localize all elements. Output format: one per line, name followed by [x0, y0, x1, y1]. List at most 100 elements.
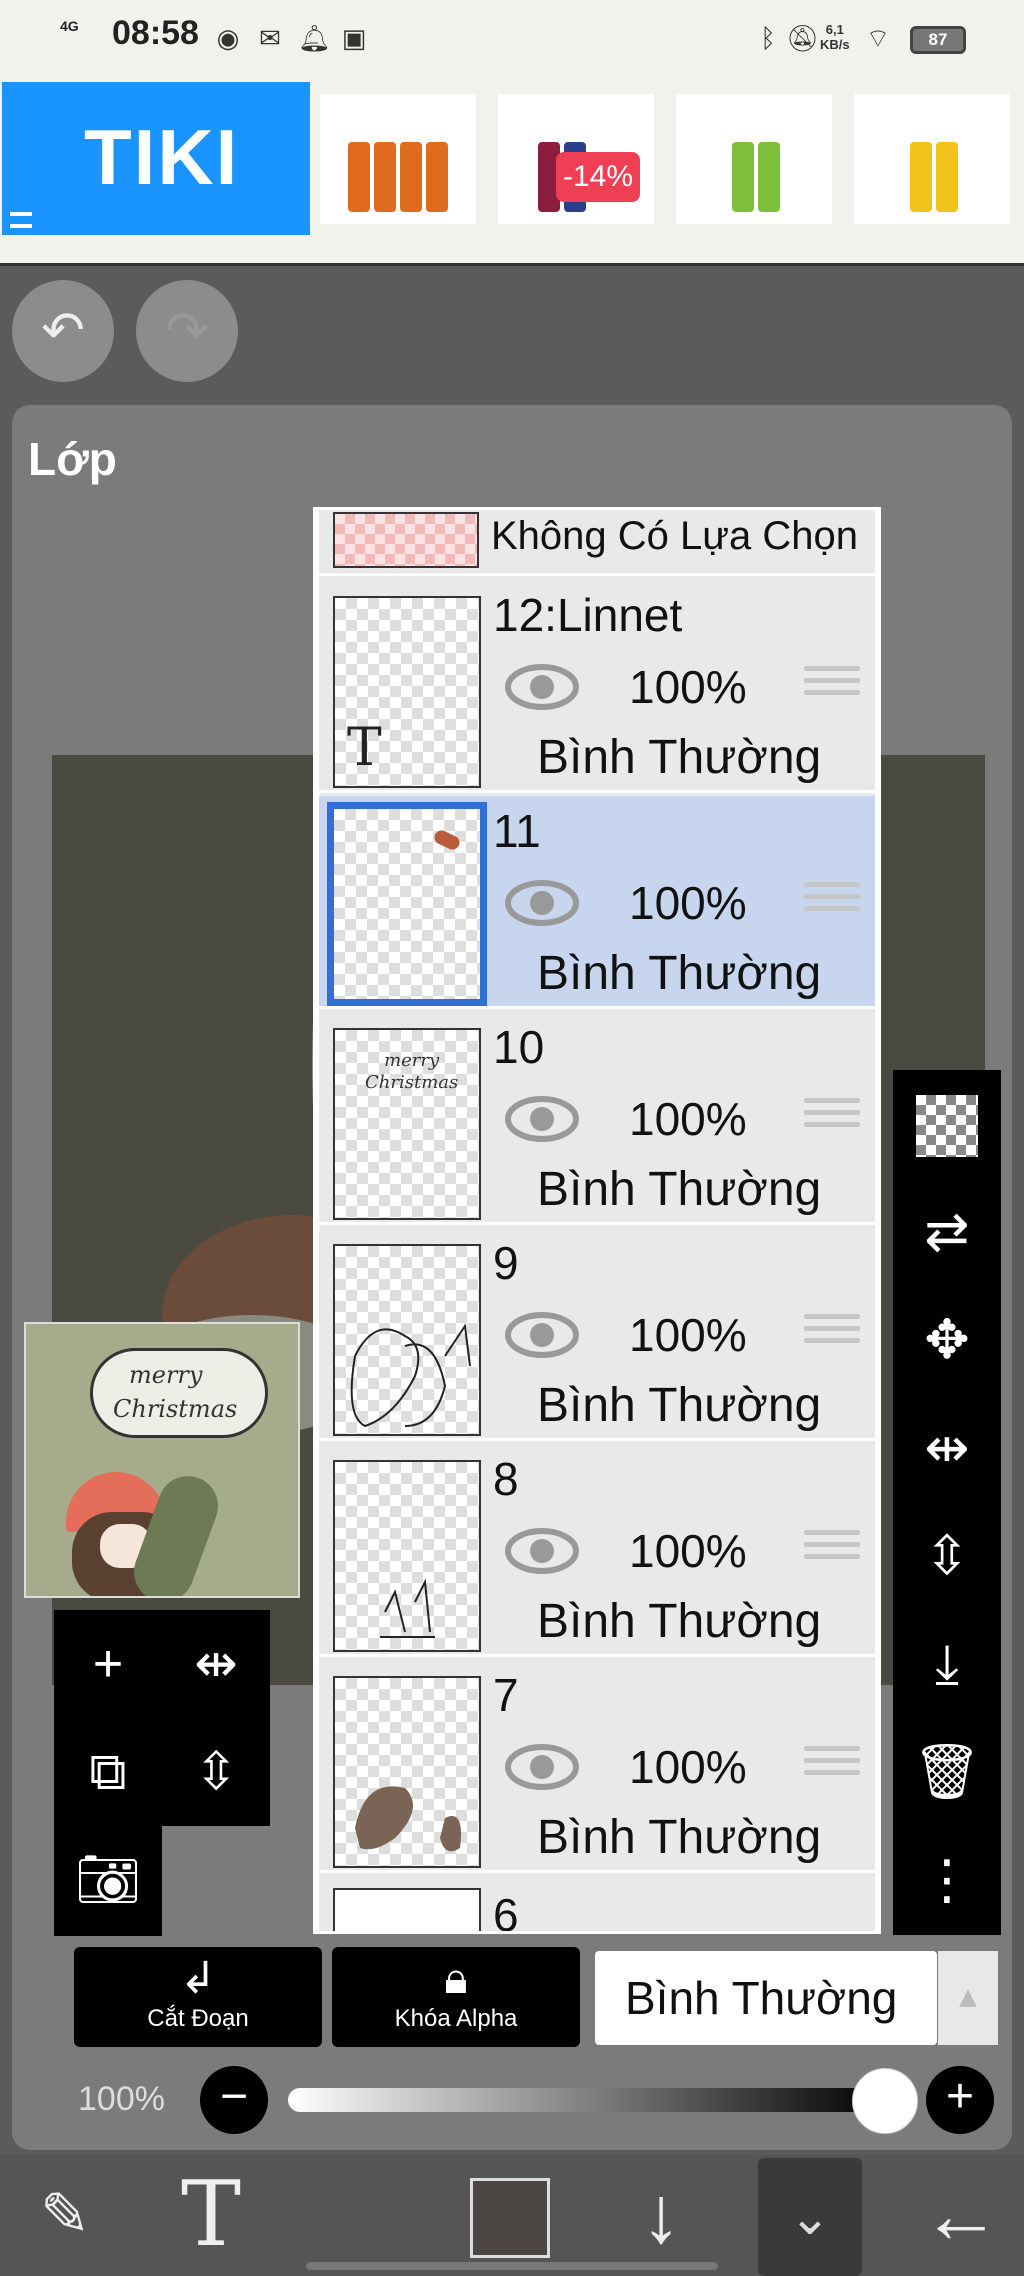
alpha-lock-button[interactable]: 🔒︎ Khóa Alpha	[332, 1947, 580, 2047]
move-icon[interactable]: ✥	[893, 1286, 1001, 1394]
clock: 08:58	[112, 14, 199, 52]
layer-blend-mode: Bình Thường	[537, 1163, 822, 1216]
ad-product-1[interactable]	[320, 94, 476, 224]
layer-opacity: 100%	[629, 1741, 747, 1793]
brush-eraser-switch-icon[interactable]: ✎	[10, 2165, 120, 2265]
bluetooth-icon: ᛒ	[760, 23, 776, 53]
layer-opacity: 100%	[629, 877, 747, 929]
flip-vertical-icon[interactable]: ⇳	[162, 1718, 270, 1826]
ad-menu-icon[interactable]	[10, 212, 32, 228]
bell-icon: 🔔︎	[298, 23, 332, 53]
color-swatch[interactable]	[470, 2178, 550, 2258]
drag-handle-icon[interactable]	[804, 1530, 860, 1574]
layer-row-8[interactable]: 8 100% Bình Thường	[319, 1444, 875, 1657]
layer-name: 12:Linnet	[493, 589, 683, 641]
undo-button[interactable]: ↶	[12, 280, 114, 382]
layer-blend-mode: Bình Thường	[537, 947, 822, 1000]
eye-icon[interactable]	[505, 1310, 579, 1360]
status-bar: 4G 08:58 ◉ ✉ 🔔︎ ▣ ᛒ 🔕︎ 6,1 KB/s ⌔ 87	[0, 0, 1024, 80]
layer-thumbnail	[333, 1244, 481, 1436]
layer-row-6[interactable]: 6	[319, 1880, 875, 1934]
blend-mode-arrow-icon[interactable]: ▲	[938, 1951, 998, 2045]
layer-thumbnail: merry Christmas	[333, 1028, 481, 1220]
drag-handle-icon[interactable]	[804, 1746, 860, 1790]
ad-product-3[interactable]	[676, 94, 832, 224]
layer-name: 7	[493, 1669, 519, 1721]
canvas-thumbnail[interactable]: merry Christmas	[24, 1322, 300, 1598]
trash-icon[interactable]: 🗑︎	[893, 1718, 1001, 1826]
mail-icon: ✉	[259, 23, 281, 53]
layer-opacity: 100%	[629, 661, 747, 713]
eye-icon[interactable]	[505, 1526, 579, 1576]
holly-mark	[432, 828, 462, 852]
preview-text-1: merry	[129, 1361, 203, 1389]
opacity-increase-button[interactable]: +	[926, 2066, 994, 2134]
clipping-button[interactable]: ↲ Cắt Đoạn	[74, 1947, 322, 2047]
layer-thumbnail	[333, 1676, 481, 1868]
left-toolbox-2: 📷︎	[54, 1826, 162, 1936]
no-selection-label: Không Có Lựa Chọn	[491, 514, 859, 558]
back-arrow-icon[interactable]: ←	[906, 2165, 1016, 2265]
eye-icon[interactable]	[505, 878, 579, 928]
flip-vertical-icon[interactable]: ⇳	[893, 1502, 1001, 1610]
layer-thumbnail	[333, 1460, 481, 1652]
messenger-icon: ◉	[216, 23, 240, 53]
wifi-icon: ⌔	[865, 23, 891, 53]
drag-handle-icon[interactable]	[804, 882, 860, 926]
swap-layer-icon[interactable]: ⇄	[893, 1178, 1001, 1286]
layer-name: 11	[493, 805, 541, 857]
layer-blend-mode: Bình Thường	[537, 1811, 822, 1864]
duplicate-layer-icon[interactable]: ⧉	[54, 1718, 162, 1826]
blend-mode-select[interactable]: Bình Thường	[595, 1951, 937, 2045]
merge-down-icon[interactable]: ⤓	[893, 1610, 1001, 1718]
layer-thumbnail: T	[333, 596, 481, 788]
ad-product-4[interactable]	[854, 94, 1010, 224]
layer-row-10[interactable]: merry Christmas 10 100% Bình Thường	[319, 1012, 875, 1225]
layer-row-7[interactable]: 7 100% Bình Thường	[319, 1660, 875, 1873]
eye-icon[interactable]	[505, 662, 579, 712]
battery-indicator: 87	[910, 26, 966, 54]
layer-opacity: 100%	[629, 1525, 747, 1577]
transparency-icon[interactable]	[893, 1072, 1001, 1180]
flip-horizontal-icon[interactable]: ⇹	[162, 1610, 270, 1718]
layer-row-12[interactable]: T 12:Linnet 100% Bình Thường	[319, 580, 875, 793]
network-speed: 6,1 KB/s	[820, 22, 850, 52]
eye-icon[interactable]	[505, 1742, 579, 1792]
layer-panel-toggle-icon[interactable]: ⌄	[758, 2158, 862, 2276]
drag-handle-icon[interactable]	[804, 1314, 860, 1358]
tiki-logo[interactable]: TIKI	[2, 82, 310, 235]
mute-icon: 🔕︎	[786, 23, 820, 53]
selection-swatch	[333, 512, 479, 568]
layer-list[interactable]: Không Có Lựa Chọn T 12:Linnet 100% Bình …	[313, 507, 881, 1934]
add-layer-icon[interactable]: +	[54, 1610, 162, 1718]
redo-button[interactable]: ↷	[136, 280, 238, 382]
drag-handle-icon[interactable]	[804, 666, 860, 710]
more-options-icon[interactable]: ⋮	[893, 1826, 1001, 1934]
opacity-label: 100%	[78, 2080, 165, 2118]
home-indicator	[306, 2262, 718, 2270]
layer-thumbnail	[327, 802, 487, 1006]
drag-handle-icon[interactable]	[804, 1098, 860, 1142]
layer-name: 6	[493, 1889, 519, 1934]
layer-thumbnail	[333, 1888, 481, 1931]
flip-horizontal-icon[interactable]: ⇹	[893, 1394, 1001, 1502]
text-tool-icon[interactable]: T	[156, 2165, 266, 2265]
layer-blend-mode: Bình Thường	[537, 731, 822, 784]
eye-icon[interactable]	[505, 1094, 579, 1144]
opacity-slider[interactable]	[288, 2088, 888, 2112]
gallery-icon: ▣	[341, 23, 367, 53]
lineart-sketch	[380, 1578, 435, 1638]
preview-text-2: Christmas	[113, 1395, 238, 1423]
layer-row-9[interactable]: 9 100% Bình Thường	[319, 1228, 875, 1441]
layer-blend-mode: Bình Thường	[537, 1595, 822, 1648]
opacity-decrease-button[interactable]: −	[200, 2066, 268, 2134]
tiki-brand: TIKI	[84, 113, 240, 201]
opacity-slider-handle[interactable]	[852, 2068, 918, 2134]
no-selection-row[interactable]: Không Có Lựa Chọn	[319, 510, 875, 576]
camera-icon[interactable]: 📷︎	[54, 1826, 162, 1934]
layer-opacity: 100%	[629, 1309, 747, 1361]
network-indicator: 4G	[60, 18, 79, 34]
arrow-down-icon[interactable]: ↓	[606, 2165, 716, 2265]
layer-row-11[interactable]: 11 100% Bình Thường	[319, 796, 875, 1009]
hair-sketch	[355, 1786, 461, 1852]
